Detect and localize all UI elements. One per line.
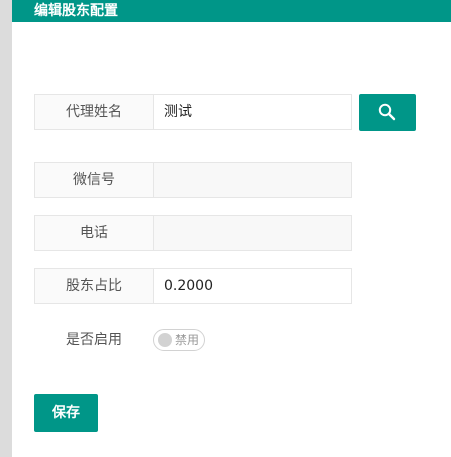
search-icon	[378, 103, 396, 121]
agent-name-input[interactable]: 测试	[153, 94, 352, 130]
enabled-toggle[interactable]: 禁用	[153, 329, 205, 351]
toggle-state-text: 禁用	[175, 333, 200, 347]
wechat-input[interactable]	[153, 162, 352, 198]
search-button[interactable]	[359, 94, 416, 131]
edit-shareholder-dialog: 编辑股东配置 代理姓名 测试 微信号 电话 股东占比 0.2000 是否启用 禁…	[12, 0, 451, 457]
share-ratio-label: 股东占比	[34, 268, 154, 304]
wechat-row: 微信号	[34, 162, 352, 198]
phone-input[interactable]	[153, 215, 352, 251]
save-button[interactable]: 保存	[34, 394, 98, 432]
wechat-label: 微信号	[34, 162, 154, 198]
agent-name-label: 代理姓名	[34, 94, 154, 130]
enabled-label: 是否启用	[66, 332, 122, 348]
dialog-title: 编辑股东配置	[34, 3, 118, 19]
phone-label: 电话	[34, 215, 154, 251]
phone-row: 电话	[34, 215, 352, 251]
dialog-title-bar: 编辑股东配置	[12, 0, 451, 22]
share-ratio-row: 股东占比 0.2000	[34, 268, 352, 304]
agent-name-row: 代理姓名 测试	[34, 94, 352, 130]
share-ratio-input[interactable]: 0.2000	[153, 268, 352, 304]
toggle-knob	[158, 333, 172, 347]
background-overlay	[0, 0, 12, 457]
